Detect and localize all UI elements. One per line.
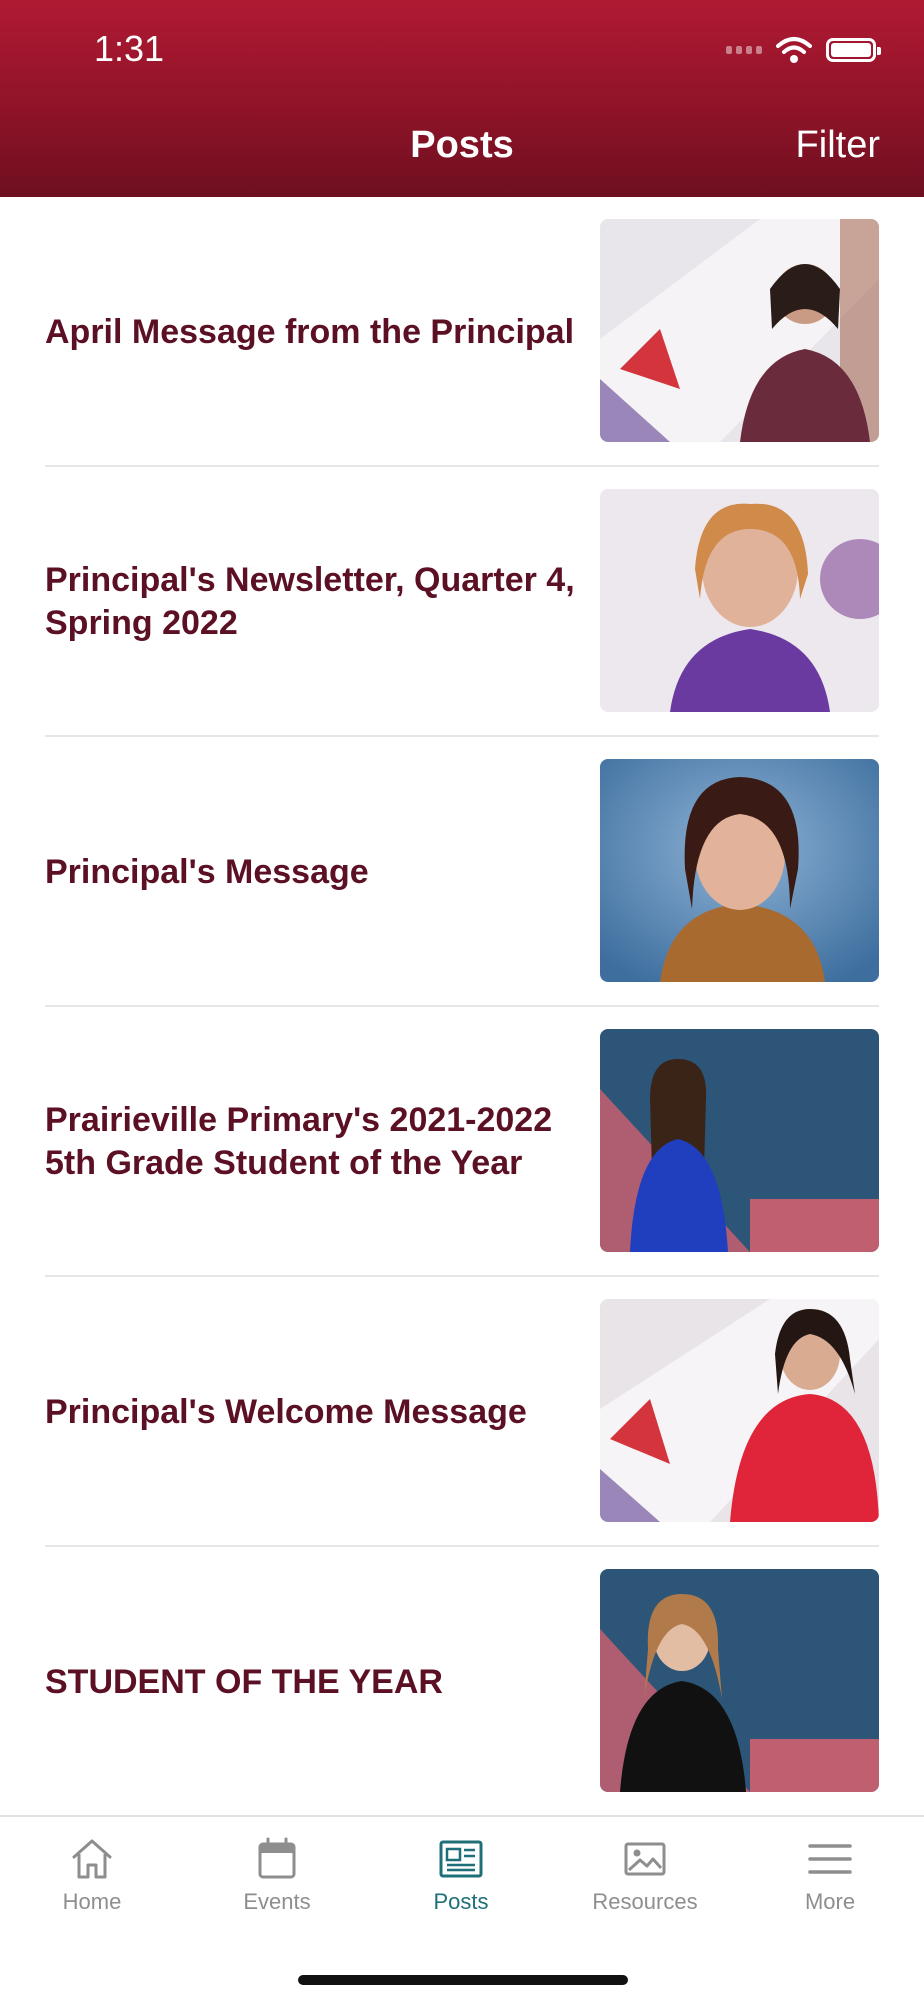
app-header: 1:31 Posts Filter (0, 0, 924, 197)
filter-button[interactable]: Filter (796, 124, 880, 167)
image-icon (624, 1842, 666, 1876)
newspaper-icon (439, 1840, 483, 1878)
post-title: April Message from the Principal (45, 312, 575, 351)
menu-icon (808, 1844, 852, 1874)
tab-posts[interactable]: Posts (386, 1835, 536, 1915)
post-thumbnail (600, 489, 879, 712)
tab-bar: Home Events Posts Resources More (0, 1815, 924, 2002)
home-icon (72, 1839, 112, 1879)
post-title: Principal's Welcome Message (45, 1392, 527, 1431)
post-item[interactable]: Principal's Message (0, 737, 924, 1007)
tab-more[interactable]: More (755, 1835, 905, 1915)
tab-label: Events (243, 1889, 311, 1914)
tab-home[interactable]: Home (17, 1835, 167, 1915)
status-time: 1:31 (94, 28, 165, 69)
post-item[interactable]: Principal's Welcome Message (0, 1277, 924, 1547)
tab-label: Resources (592, 1889, 698, 1914)
post-thumbnail (600, 1569, 879, 1792)
status-icons (726, 34, 881, 66)
post-title: Prairieville Primary's 2021-2022 5th Gra… (45, 1101, 553, 1182)
post-thumbnail (600, 759, 879, 982)
calendar-icon (258, 1837, 296, 1879)
post-title: Principal's Newsletter, Quarter 4, Sprin… (45, 561, 575, 642)
post-item[interactable]: STUDENT OF THE YEAR (0, 1547, 924, 1817)
post-thumbnail (600, 1029, 879, 1252)
post-title: Principal's Message (45, 852, 369, 891)
post-title: STUDENT OF THE YEAR (45, 1662, 443, 1701)
page-title: Posts (410, 124, 514, 166)
wifi-icon (776, 37, 812, 63)
battery-icon (826, 38, 881, 62)
tab-label: More (804, 1889, 856, 1914)
post-item[interactable]: April Message from the Principal (0, 197, 924, 467)
home-indicator[interactable] (298, 1975, 628, 1985)
tab-label: Posts (433, 1889, 489, 1914)
tab-resources[interactable]: Resources (570, 1835, 720, 1915)
tab-events[interactable]: Events (202, 1835, 352, 1915)
post-item[interactable]: Prairieville Primary's 2021-2022 5th Gra… (0, 1007, 924, 1277)
posts-list: April Message from the Principal Princip… (0, 197, 924, 1817)
post-item[interactable]: Principal's Newsletter, Quarter 4, Sprin… (0, 467, 924, 737)
cellular-signal-icon (726, 46, 762, 54)
post-thumbnail (600, 1299, 879, 1522)
tab-label: Home (62, 1889, 122, 1914)
post-thumbnail (600, 219, 879, 442)
